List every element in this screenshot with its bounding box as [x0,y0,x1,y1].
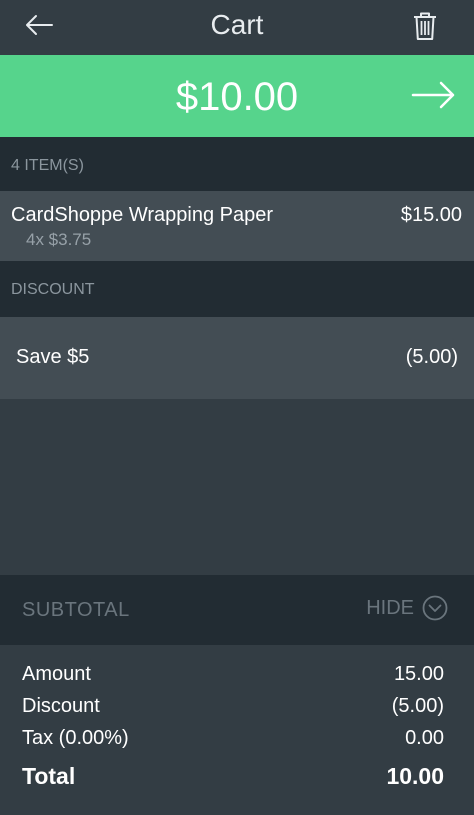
checkout-button[interactable]: $10.00 [0,55,474,137]
discount-header-label: DISCOUNT [11,281,95,298]
delete-cart-button[interactable] [410,9,440,43]
arrow-right-icon [411,81,455,109]
tax-value: 0.00 [405,727,444,749]
checkout-arrow [410,77,458,113]
item-price: $15.00 [400,204,462,226]
hide-subtotal-toggle[interactable]: HIDE [366,595,448,621]
amount-value: 15.00 [393,663,444,685]
hide-label: HIDE [366,596,414,619]
discount-name: Save $5 [16,346,90,368]
cart-total-amount: $10.00 [175,75,299,119]
empty-cart-area [0,399,474,575]
discount-total-value: (5.00) [391,695,444,717]
items-count-label: 4 ITEM(S) [11,157,84,174]
item-name: CardShoppe Wrapping Paper [11,204,274,226]
amount-label: Amount [22,663,91,685]
trash-icon [414,12,436,40]
chevron-down-circle-icon [422,595,448,621]
discount-total-label: Discount [22,695,100,717]
total-value: 10.00 [386,763,444,789]
discount-section-header: DISCOUNT [0,261,474,317]
totals-panel: Amount 15.00 Discount (5.00) Tax (0.00%)… [0,645,474,815]
tax-row: Tax (0.00%) 0.00 [22,727,444,755]
grand-total-row: Total 10.00 [22,763,444,791]
items-section-header: 4 ITEM(S) [0,137,474,191]
tax-label: Tax (0.00%) [22,727,129,749]
item-quantity-detail: 4x $3.75 [26,230,92,249]
total-label: Total [22,763,76,789]
subtotal-bar: SUBTOTAL HIDE [0,575,474,645]
top-bar: Cart [0,0,474,54]
amount-row: Amount 15.00 [22,663,444,691]
discount-row[interactable]: Save $5 (5.00) [0,317,474,399]
cart-item-row[interactable]: CardShoppe Wrapping Paper 4x $3.75 $15.0… [0,191,474,261]
page-title: Cart [210,9,264,40]
discount-value: (5.00) [405,346,458,368]
discount-total-row: Discount (5.00) [22,695,444,723]
subtotal-label: SUBTOTAL [22,599,130,621]
